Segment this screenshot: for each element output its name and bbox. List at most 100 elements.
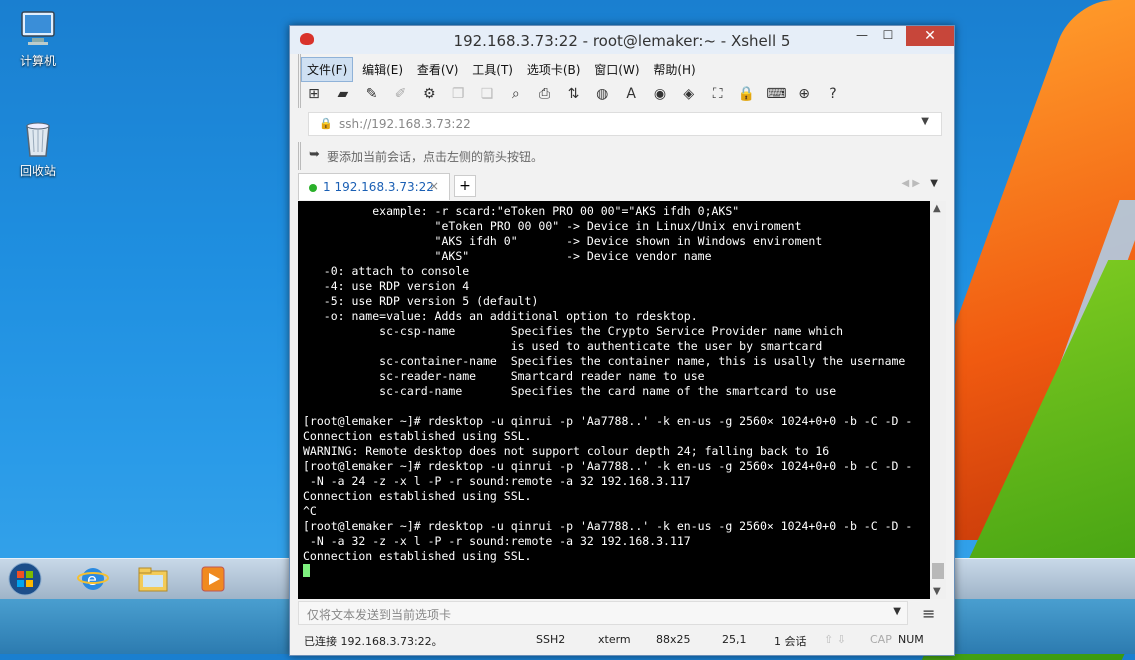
terminal-scrollbar[interactable]: ▲ ▼ [930,201,946,599]
add-pane-icon[interactable]: ⊕ [795,86,813,102]
status-term: xterm [598,633,631,646]
title-bar[interactable]: 192.168.3.73:22 - root@lemaker:~ - Xshel… [290,26,954,54]
recycle-bin-icon [18,118,58,158]
terminal-line: -N -a 24 -z -x l -P -r sound:remote -a 3… [309,474,691,488]
open-folder-icon[interactable]: ▰ [334,86,352,102]
media-player-icon [201,566,225,592]
session-tab[interactable]: 1 192.168.3.73:22 × [298,173,450,200]
keyboard-icon[interactable]: ⌨ [766,86,786,102]
terminal-line: is used to authenticate the user by smar… [510,339,823,353]
address-bar[interactable]: 🔒 ssh://192.168.3.73:22 ▼ [308,112,942,136]
terminal-line: -0: attach to console [323,264,470,278]
session-hint-bar: ➥ 要添加当前会话，点击左侧的箭头按钮。 [298,142,954,170]
find-icon[interactable]: ⌕ [507,86,525,102]
scroll-down-icon[interactable]: ▼ [933,586,941,597]
xshell-window: 192.168.3.73:22 - root@lemaker:~ - Xshel… [289,25,955,656]
terminal-line: Connection established using SSL. [303,489,532,503]
paste-icon[interactable]: ❏ [478,86,496,102]
menu-tools[interactable]: 工具(T) [467,58,518,81]
script-icon[interactable]: ◈ [680,86,698,102]
globe-icon[interactable]: ◍ [593,86,611,102]
terminal-line: sc-reader-name Smartcard reader name to … [379,369,705,383]
status-size: 88x25 [656,633,691,646]
desktop-icon-label: 计算机 [19,54,56,68]
new-session-icon[interactable]: ⊞ [305,86,323,102]
terminal-line: WARNING: Remote desktop does not support… [303,444,830,458]
status-sessions: 1 会话 [774,635,807,648]
desktop-icon-computer[interactable]: 计算机 [3,8,73,69]
taskbar-explorer[interactable] [136,562,170,596]
internet-explorer-icon: e [77,568,109,590]
fullscreen-icon[interactable]: ⛶ [709,86,727,102]
terminal-line: -o: name=value: Adds an additional optio… [323,309,698,323]
tab-nav-arrows-icon[interactable]: ◀ ▶ [901,178,920,189]
terminal[interactable]: example: -r scard:"eToken PRO 00 00"="AK… [298,201,930,599]
status-caps: CAP [870,633,892,646]
terminal-line: ^C [303,504,317,518]
scroll-thumb[interactable] [932,563,944,579]
status-connected: 已连接 192.168.3.73:22。 [304,635,443,648]
scroll-up-icon[interactable]: ▲ [933,203,941,214]
terminal-line: Connection established using SSL. [303,429,532,443]
menu-help[interactable]: 帮助(H) [648,58,700,81]
terminal-line: sc-container-name Specifies the containe… [379,354,906,368]
add-tab-button[interactable]: + [454,175,476,197]
terminal-line: "AKS ifdh 0" -> Device shown in Windows … [434,234,823,248]
folder-icon [138,567,168,592]
menu-file[interactable]: 文件(F) [301,57,354,82]
lock-icon[interactable]: 🔒 [737,86,755,102]
compose-bar[interactable]: 仅将文本发送到当前选项卡 ▼ [298,601,908,625]
start-button[interactable] [8,562,42,596]
properties-icon[interactable]: ⚙ [420,86,438,102]
desktop-icon-recycle-bin[interactable]: 回收站 [3,118,73,179]
terminal-line: -N -a 32 -z -x l -P -r sound:remote -a 3… [309,534,691,548]
terminal-cursor [303,564,310,577]
computer-icon [18,8,58,48]
terminal-line: "eToken PRO 00 00" -> Device in Linux/Un… [434,219,802,233]
compose-menu-icon[interactable]: ≡ [922,604,935,623]
disconnect-icon[interactable]: ✐ [391,86,409,102]
menu-bar: 文件(F) 编辑(E) 查看(V) 工具(T) 选项卡(B) 窗口(W) 帮助(… [298,54,954,82]
status-nav-arrows-icon[interactable]: ⇧ ⇩ [824,633,846,646]
address-input[interactable]: ssh://192.168.3.73:22 [339,117,471,131]
font-icon[interactable]: A [622,86,640,102]
help-icon[interactable]: ? [824,86,842,102]
status-num: NUM [898,633,924,646]
tab-close-icon[interactable]: × [429,179,439,193]
status-bar: 已连接 192.168.3.73:22。 SSH2 xterm 88x25 25… [298,630,946,652]
maximize-button[interactable]: ☐ [876,28,900,44]
copy-icon[interactable]: ❐ [449,86,467,102]
windows-logo-icon [8,562,42,596]
transfer-icon[interactable]: ⇅ [564,86,582,102]
terminal-line: "AKS" -> Device vendor name [434,249,712,263]
terminal-line: example: -r scard:"eToken PRO 00 00"="AK… [372,204,740,218]
session-hint-text: 要添加当前会话，点击左侧的箭头按钮。 [327,150,544,164]
taskbar-media[interactable] [196,562,230,596]
taskbar-ie[interactable]: e [76,562,110,596]
terminal-line: -5: use RDP version 5 (default) [323,294,539,308]
menu-view[interactable]: 查看(V) [412,58,464,81]
xftp-icon[interactable]: ◉ [651,86,669,102]
status-pos: 25,1 [722,633,747,646]
menu-window[interactable]: 窗口(W) [589,58,644,81]
terminal-line: [root@lemaker ~]# rdesktop -u qinrui -p … [303,459,913,473]
connected-status-icon [309,184,317,192]
arrow-icon[interactable]: ➥ [309,147,320,162]
connect-icon[interactable]: ✎ [363,86,381,102]
terminal-output: example: -r scard:"eToken PRO 00 00"="AK… [298,201,930,579]
print-icon[interactable]: ⎙ [536,86,554,102]
terminal-line: sc-card-name Specifies the card name of … [379,384,837,398]
minimize-button[interactable]: — [850,28,874,44]
tab-list-dropdown-icon[interactable]: ▼ [930,178,938,189]
terminal-line: sc-csp-name Specifies the Crypto Service… [379,324,844,338]
desktop-icon-label: 回收站 [19,164,56,178]
chevron-down-icon[interactable]: ▼ [921,116,929,127]
close-button[interactable]: ✕ [906,26,954,46]
terminal-line: -4: use RDP version 4 [323,279,470,293]
chevron-down-icon[interactable]: ▼ [893,606,901,617]
menu-tabs[interactable]: 选项卡(B) [522,58,586,81]
compose-placeholder: 仅将文本发送到当前选项卡 [307,608,452,622]
terminal-line: Connection established using SSL. [303,549,532,563]
terminal-line: [root@lemaker ~]# rdesktop -u qinrui -p … [303,519,913,533]
menu-edit[interactable]: 编辑(E) [357,58,408,81]
